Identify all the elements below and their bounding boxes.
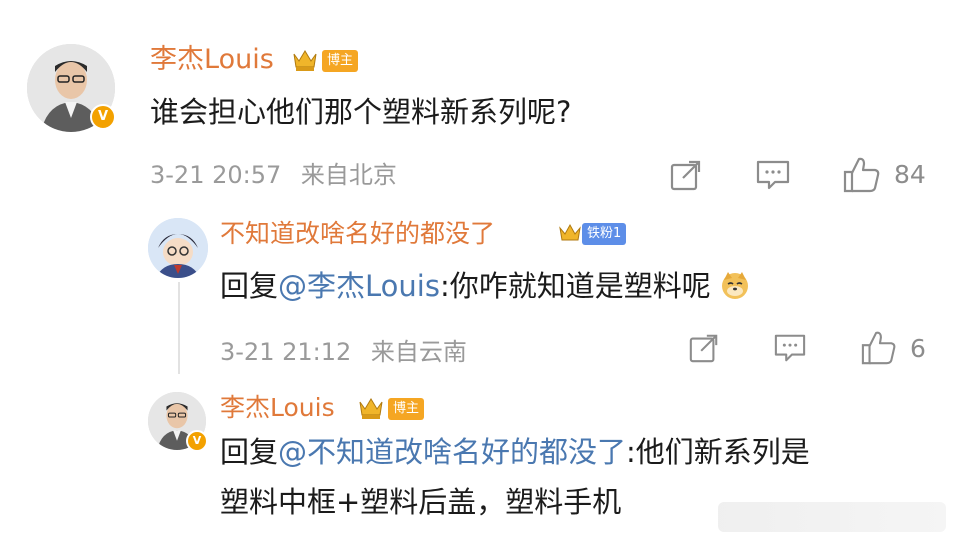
thread-line	[178, 282, 180, 374]
location: 来自云南	[370, 338, 467, 366]
verified-badge-icon: V	[90, 104, 116, 130]
comment-icon[interactable]	[755, 158, 791, 192]
blogger-badge: 博主	[322, 50, 359, 72]
mention-link[interactable]: @不知道改啥名好的都没了	[278, 435, 626, 469]
crown-icon	[359, 398, 383, 419]
comment-meta: 3-21 21:12 来自云南	[220, 337, 467, 367]
username[interactable]: 不知道改啥名好的都没了	[220, 218, 495, 250]
like-count: 6	[910, 334, 926, 363]
crown-icon	[293, 50, 317, 71]
like-icon[interactable]	[842, 156, 882, 194]
comment-icon[interactable]	[773, 332, 807, 364]
share-icon[interactable]	[688, 332, 720, 364]
location: 来自北京	[300, 161, 397, 189]
comment-text: 谁会担心他们那个塑料新系列呢?	[150, 95, 572, 129]
like-count: 84	[894, 160, 926, 189]
reply-text-line2: 塑料中框+塑料后盖，塑料手机	[220, 485, 622, 519]
fan-badge: 铁粉1	[582, 223, 627, 245]
verified-badge-icon: V	[186, 430, 208, 452]
timestamp: 3-21 21:12	[220, 338, 352, 366]
username[interactable]: 李杰Louis	[150, 44, 274, 76]
avatar[interactable]	[148, 218, 208, 278]
share-icon[interactable]	[669, 158, 703, 192]
reply-body: :他们新系列是	[626, 435, 810, 469]
reply-body: :你咋就知道是塑料呢	[439, 269, 711, 303]
reply-prefix: 回复	[220, 435, 279, 469]
reply-text: 回复@李杰Louis:你咋就知道是塑料呢	[220, 266, 750, 306]
reply-text: 回复@不知道改啥名好的都没了:他们新系列是	[220, 432, 810, 472]
like-icon[interactable]	[860, 330, 898, 366]
fan-crown-icon	[559, 223, 581, 241]
timestamp: 3-21 20:57	[150, 161, 282, 189]
doge-emoji-icon	[721, 272, 748, 299]
username[interactable]: 李杰Louis	[220, 392, 335, 424]
watermark	[718, 502, 946, 532]
mention-link[interactable]: @李杰Louis	[278, 269, 440, 303]
reply-prefix: 回复	[220, 269, 279, 303]
blogger-badge: 博主	[388, 398, 425, 420]
comment-meta: 3-21 20:57 来自北京	[150, 160, 397, 190]
